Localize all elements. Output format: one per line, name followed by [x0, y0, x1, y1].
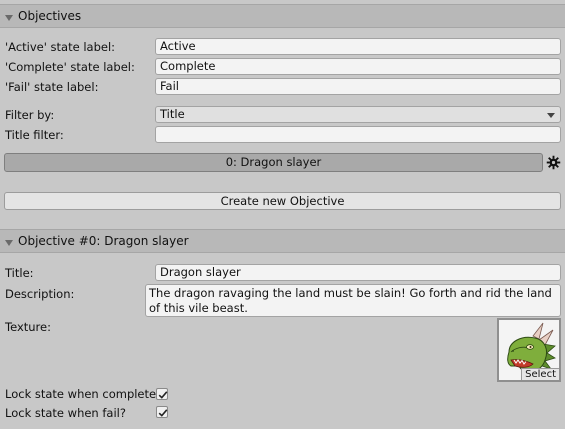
- title-filter-label: Title filter:: [5, 128, 64, 142]
- lock-complete-checkbox[interactable]: [156, 388, 168, 400]
- active-state-label: 'Active' state label:: [5, 40, 116, 54]
- lock-fail-checkbox[interactable]: [156, 406, 168, 418]
- objective-title-input[interactable]: Dragon slayer: [155, 264, 561, 281]
- objective-list-item[interactable]: 0: Dragon slayer: [4, 153, 543, 172]
- lock-fail-label: Lock state when fail?: [5, 406, 126, 420]
- checkmark-icon: [158, 391, 168, 399]
- objective-detail-header[interactable]: Objective #0: Dragon slayer: [0, 229, 565, 253]
- chevron-down-icon: [547, 113, 555, 118]
- texture-label: Texture:: [5, 320, 51, 334]
- create-objective-button[interactable]: Create new Objective: [4, 192, 561, 210]
- title-filter-input[interactable]: [155, 126, 561, 143]
- objective-description-textarea[interactable]: The dragon ravaging the land must be sla…: [145, 284, 561, 317]
- objective-description-label: Description:: [5, 287, 75, 301]
- filter-by-dropdown[interactable]: Title: [155, 106, 561, 123]
- lock-complete-label: Lock state when complete: [5, 387, 157, 401]
- objective-title-label: Title:: [5, 266, 34, 280]
- texture-slot[interactable]: Select: [497, 318, 561, 382]
- filter-by-value: Title: [160, 107, 185, 121]
- checkmark-icon: [158, 409, 168, 417]
- fail-state-label: 'Fail' state label:: [5, 80, 99, 94]
- objectives-header[interactable]: Objectives: [0, 4, 565, 28]
- texture-select-button[interactable]: Select: [521, 368, 559, 380]
- gear-icon[interactable]: [546, 155, 561, 170]
- fail-state-input[interactable]: Fail: [155, 78, 561, 95]
- objectives-header-title: Objectives: [18, 9, 82, 23]
- active-state-input[interactable]: Active: [155, 38, 561, 55]
- objective-detail-header-title: Objective #0: Dragon slayer: [18, 234, 189, 248]
- complete-state-label: 'Complete' state label:: [5, 60, 135, 74]
- foldout-arrow-icon[interactable]: [5, 240, 13, 246]
- foldout-arrow-icon[interactable]: [5, 15, 13, 21]
- filter-by-label: Filter by:: [5, 108, 55, 122]
- complete-state-input[interactable]: Complete: [155, 58, 561, 75]
